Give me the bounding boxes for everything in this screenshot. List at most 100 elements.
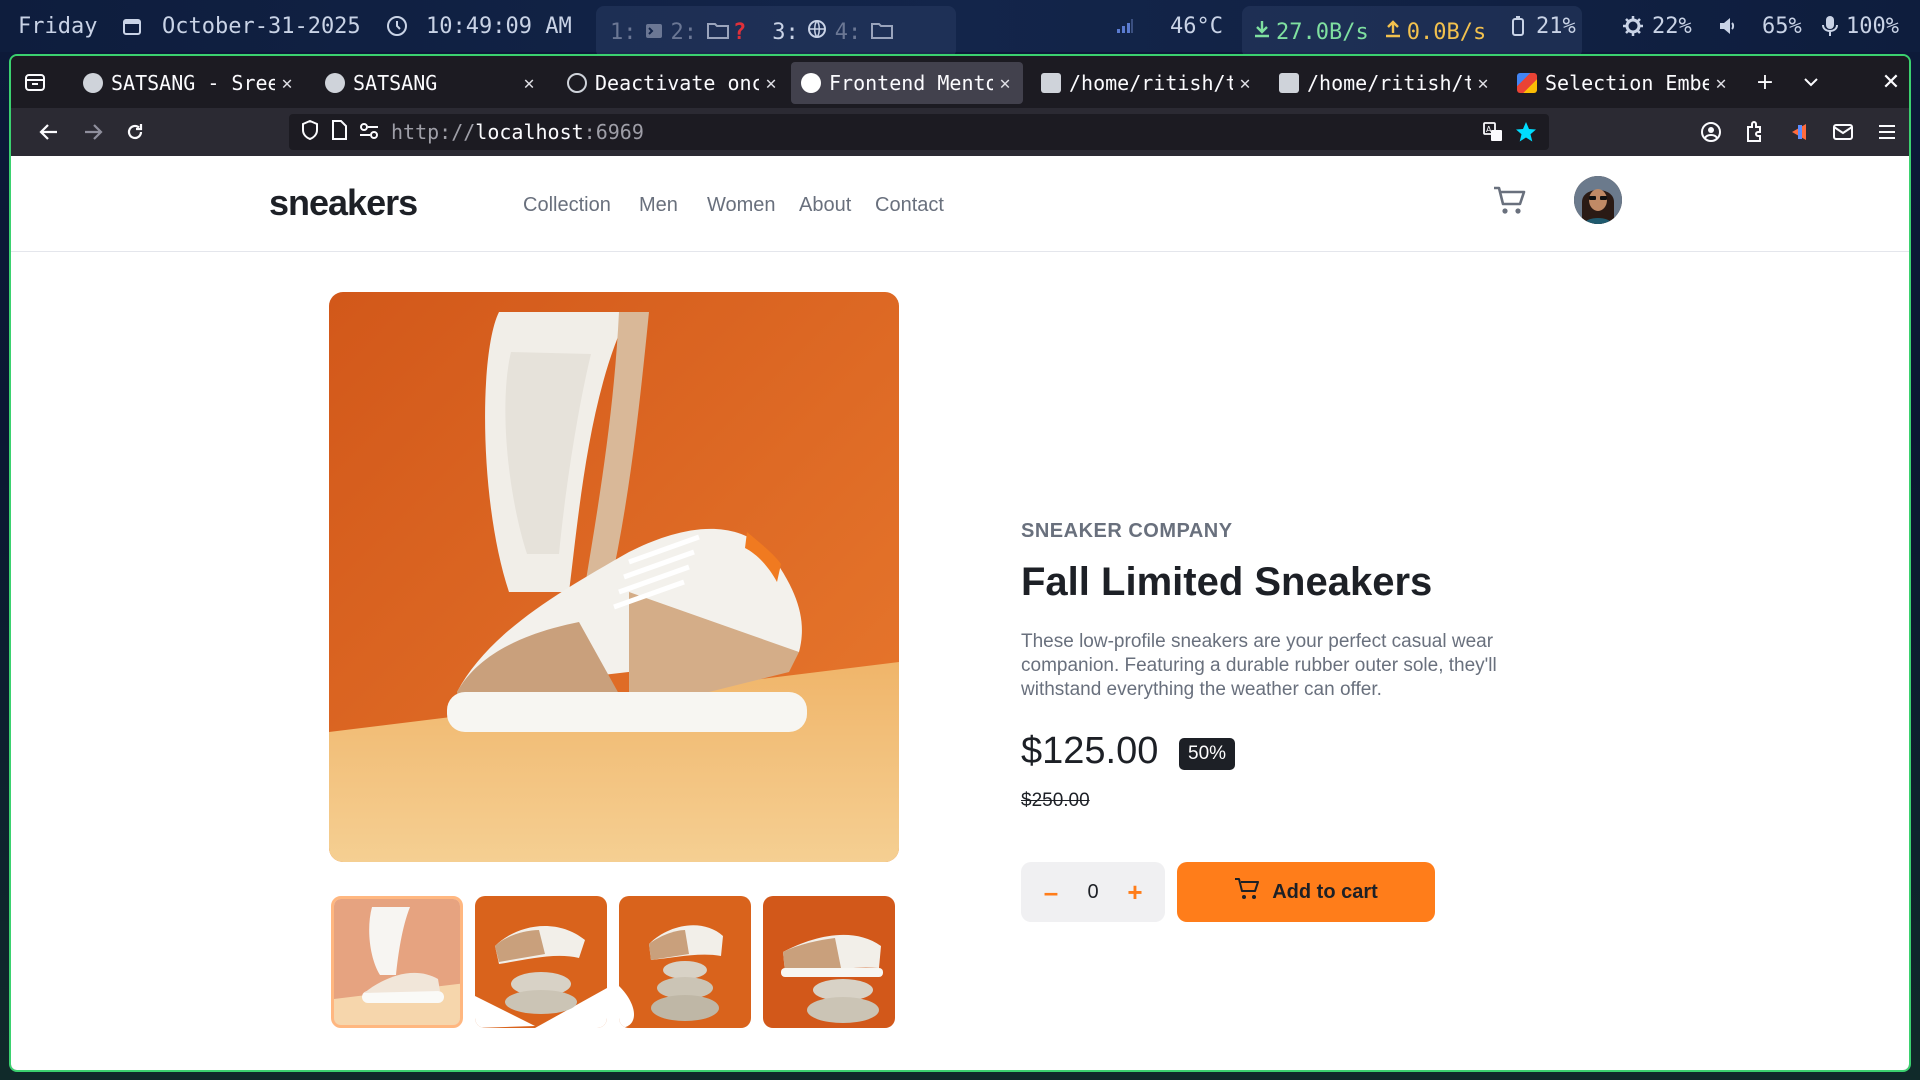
- cart-icon: [1234, 877, 1272, 907]
- battery-icon: [1512, 0, 1524, 52]
- thumbnail-3[interactable]: [619, 896, 751, 1028]
- site-logo[interactable]: sneakers: [269, 182, 418, 224]
- shield-icon[interactable]: [301, 119, 319, 145]
- clock-icon: [386, 0, 408, 52]
- back-icon[interactable]: [35, 118, 63, 146]
- microphone-icon[interactable]: [1822, 0, 1838, 52]
- terminal-icon: [645, 20, 663, 45]
- new-tab-icon[interactable]: +: [1751, 68, 1779, 96]
- reload-icon[interactable]: [121, 118, 149, 146]
- quantity-value: 0: [1087, 880, 1099, 903]
- network-widget: 27.0B/s 0.0B/s: [1242, 6, 1582, 58]
- cpu-icon: [1622, 0, 1644, 52]
- nav-men[interactable]: Men: [639, 194, 678, 217]
- tab-bar: SATSANG - Sree ✕ SATSANG ✕ Deactivate on…: [11, 56, 1909, 108]
- nav-contact[interactable]: Contact: [875, 194, 944, 217]
- close-tab-icon[interactable]: ✕: [993, 73, 1017, 94]
- tab-home-ritish-1[interactable]: /home/ritish/t ✕: [1031, 62, 1263, 104]
- tab-title: /home/ritish/t: [1307, 71, 1471, 95]
- extension-bookmark-icon[interactable]: [1785, 118, 1813, 146]
- main-product-image[interactable]: [329, 292, 899, 862]
- product-description: These low-profile sneakers are your perf…: [1021, 631, 1497, 700]
- close-tab-icon[interactable]: ✕: [1709, 73, 1733, 94]
- close-tab-icon[interactable]: ✕: [759, 73, 783, 94]
- increase-quantity-button[interactable]: +: [1123, 877, 1147, 908]
- thumbnail-2[interactable]: [475, 896, 607, 1028]
- workspace-4[interactable]: 4:: [835, 20, 862, 45]
- day-label: Friday: [18, 13, 98, 39]
- time-label: 10:49:09 AM: [426, 13, 572, 39]
- url-bar[interactable]: http://localhost:6969 A: [289, 114, 1549, 150]
- url-port: :6969: [583, 120, 644, 144]
- workspace-2[interactable]: 2:: [671, 20, 698, 45]
- temperature-label: 46°C: [1170, 13, 1223, 39]
- tab-favicon-icon: [1041, 73, 1061, 93]
- tab-favicon-icon: [1279, 73, 1299, 93]
- site-header: sneakers Collection Men Women About Cont…: [11, 156, 1909, 252]
- workspace-1[interactable]: 1:: [610, 20, 637, 45]
- folder-icon: [707, 20, 729, 45]
- battery-label: 21%: [1536, 13, 1576, 39]
- original-price: $250.00: [1021, 790, 1090, 811]
- svg-text:A: A: [1486, 125, 1492, 134]
- close-tab-icon[interactable]: ✕: [1471, 73, 1495, 94]
- cart-icon[interactable]: [1491, 182, 1527, 218]
- translate-icon[interactable]: A: [1483, 122, 1503, 147]
- nav-about[interactable]: About: [799, 194, 851, 217]
- tab-title: Deactivate onc: [595, 71, 759, 95]
- page-icon[interactable]: [331, 119, 347, 145]
- tab-list-chevron-icon[interactable]: [1797, 68, 1825, 96]
- tab-title: Selection Embe: [1545, 71, 1709, 95]
- menu-icon[interactable]: [1873, 118, 1901, 146]
- tab-favicon-icon: [325, 73, 345, 93]
- site-permissions-icon[interactable]: [359, 120, 379, 144]
- tab-frontend-mentor[interactable]: Frontend Mento ✕: [791, 62, 1023, 104]
- quantity-stepper: – 0 +: [1021, 862, 1165, 922]
- workspace-switcher: 1: 2: ? 3: 4:: [596, 6, 956, 58]
- nav-collection[interactable]: Collection: [523, 194, 611, 217]
- download-rate: 27.0B/s: [1276, 19, 1369, 45]
- tab-title: /home/ritish/t: [1069, 71, 1233, 95]
- tab-home-ritish-2[interactable]: /home/ritish/t ✕: [1269, 62, 1501, 104]
- tab-favicon-icon: [1517, 73, 1537, 93]
- mail-icon[interactable]: [1829, 118, 1857, 146]
- volume-icon[interactable]: [1718, 0, 1738, 52]
- tab-selection-embed[interactable]: Selection Embe ✕: [1507, 62, 1739, 104]
- tab-title: SATSANG - Sree: [111, 71, 275, 95]
- add-to-cart-label: Add to cart: [1272, 880, 1378, 903]
- download-icon: [1252, 19, 1272, 45]
- decrease-quantity-button[interactable]: –: [1039, 877, 1063, 908]
- tab-title: SATSANG: [353, 71, 438, 95]
- workspace-3[interactable]: 3:: [772, 20, 799, 45]
- web-page: sneakers Collection Men Women About Cont…: [11, 156, 1909, 1070]
- tab-favicon-icon: [801, 73, 821, 93]
- system-status-bar: Friday October-31-2025 10:49:09 AM 1: 2:…: [0, 0, 1920, 58]
- question-icon: ?: [733, 19, 747, 45]
- avatar[interactable]: [1574, 176, 1622, 224]
- tab-overview-icon[interactable]: [21, 68, 49, 96]
- thumbnail-4[interactable]: [763, 896, 895, 1028]
- close-window-icon[interactable]: ✕: [1877, 68, 1905, 96]
- globe-icon: [807, 19, 827, 45]
- tab-satsang-sree[interactable]: SATSANG - Sree ✕: [73, 62, 305, 104]
- add-to-cart-button[interactable]: Add to cart: [1177, 862, 1435, 922]
- mic-label: 100%: [1846, 13, 1899, 39]
- upload-icon: [1383, 19, 1403, 45]
- url-host: localhost: [475, 120, 584, 144]
- tab-favicon-icon: [83, 73, 103, 93]
- tab-satsang[interactable]: SATSANG ✕: [315, 62, 547, 104]
- tab-deactivate[interactable]: Deactivate onc ✕: [557, 62, 789, 104]
- browser-window: SATSANG - Sree ✕ SATSANG ✕ Deactivate on…: [9, 54, 1911, 1072]
- product-title: Fall Limited Sneakers: [1021, 560, 1433, 604]
- extensions-icon[interactable]: [1741, 118, 1769, 146]
- close-tab-icon[interactable]: ✕: [1233, 73, 1257, 94]
- company-label: SNEAKER COMPANY: [1021, 520, 1233, 542]
- close-tab-icon[interactable]: ✕: [275, 73, 299, 94]
- signal-icon: [1116, 0, 1134, 52]
- bookmark-star-icon[interactable]: [1515, 121, 1537, 148]
- forward-icon[interactable]: [79, 118, 107, 146]
- close-tab-icon[interactable]: ✕: [517, 73, 541, 94]
- nav-women[interactable]: Women: [707, 194, 776, 217]
- account-icon[interactable]: [1697, 118, 1725, 146]
- thumbnail-1[interactable]: [331, 896, 463, 1028]
